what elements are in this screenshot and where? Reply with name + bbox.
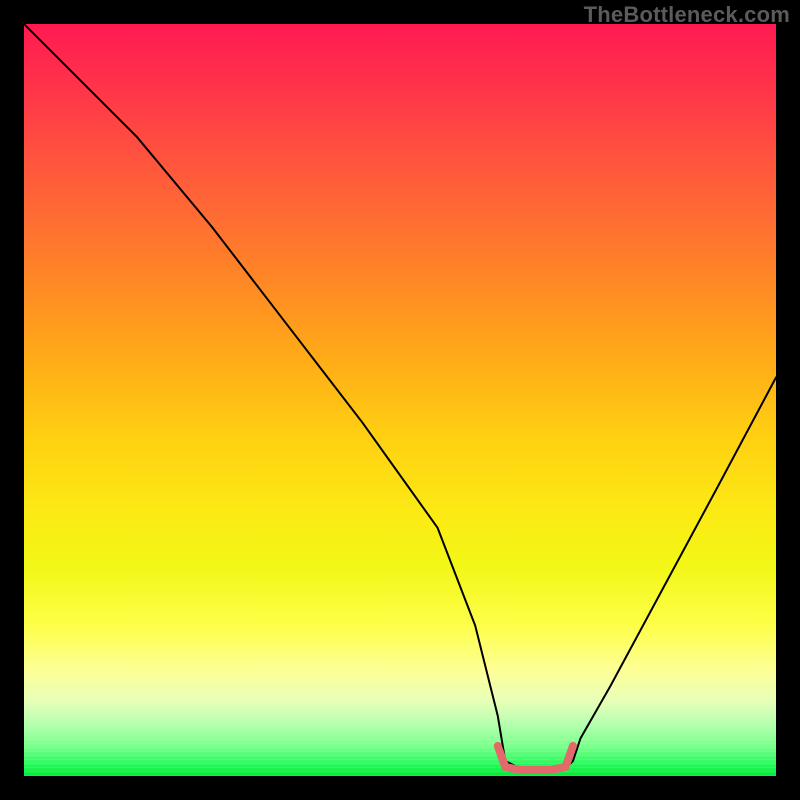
series-group — [24, 24, 776, 770]
chart-stage: TheBottleneck.com — [0, 0, 800, 800]
bottleneck-curve-path — [24, 24, 776, 768]
plot-area — [24, 24, 776, 776]
watermark-text: TheBottleneck.com — [584, 2, 790, 28]
optimal-band-marker-path — [498, 746, 573, 770]
frame-left — [0, 0, 24, 800]
chart-svg — [24, 24, 776, 776]
frame-bottom — [0, 776, 800, 800]
frame-right — [776, 0, 800, 800]
